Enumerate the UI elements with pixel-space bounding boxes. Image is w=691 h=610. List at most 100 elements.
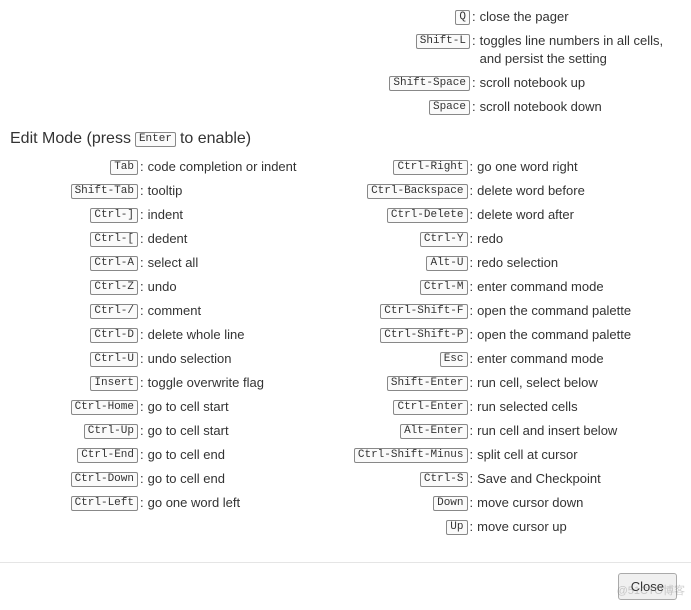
shortcut-key-cell: Ctrl-End (10, 446, 138, 464)
shortcut-row: Ctrl-/:comment (10, 302, 344, 320)
shortcut-description: go to cell end (148, 446, 344, 464)
shortcut-description: go to cell start (148, 398, 344, 416)
shortcut-row: Shift-Space:scroll notebook up (350, 74, 677, 92)
shortcut-row: Insert:toggle overwrite flag (10, 374, 344, 392)
separator: : (468, 230, 478, 248)
close-button[interactable]: Close (618, 573, 677, 600)
shortcut-row: Shift-Enter:run cell, select below (344, 374, 678, 392)
shortcut-description: code completion or indent (148, 158, 344, 176)
shortcut-row: Esc:enter command mode (344, 350, 678, 368)
shortcut-row: Ctrl-Delete:delete word after (344, 206, 678, 224)
shortcut-row: Ctrl-Shift-Minus:split cell at cursor (344, 446, 678, 464)
keyboard-key-icon: Ctrl-A (90, 256, 138, 271)
shortcut-description: run selected cells (477, 398, 677, 416)
shortcut-description: delete word before (477, 182, 677, 200)
shortcut-key-cell: Shift-Enter (344, 374, 468, 392)
separator: : (468, 158, 478, 176)
separator: : (138, 206, 148, 224)
shortcut-key-cell: Ctrl-Enter (344, 398, 468, 416)
keyboard-key-icon: Shift-Space (389, 76, 470, 91)
keyboard-key-icon: Ctrl-Backspace (367, 184, 467, 199)
shortcut-row: Ctrl-Left:go one word left (10, 494, 344, 512)
shortcut-key-cell: Ctrl-D (10, 326, 138, 344)
shortcut-key-cell: Down (344, 494, 468, 512)
keyboard-key-icon: Ctrl-Left (71, 496, 138, 511)
shortcut-key-cell: Shift-Space (350, 74, 470, 92)
heading-prefix: Edit Mode (press (10, 130, 131, 148)
shortcut-description: open the command palette (477, 326, 677, 344)
separator: : (468, 350, 478, 368)
separator: : (138, 398, 148, 416)
shortcut-description: move cursor down (477, 494, 677, 512)
separator: : (138, 422, 148, 440)
separator: : (138, 470, 148, 488)
separator: : (138, 302, 148, 320)
edit-mode-heading: Edit Mode (press Enter to enable) (10, 130, 677, 148)
shortcut-key-cell: Ctrl-Shift-Minus (344, 446, 468, 464)
shortcut-description: move cursor up (477, 518, 677, 536)
separator: : (138, 350, 148, 368)
separator: : (468, 518, 478, 536)
shortcut-description: undo selection (148, 350, 344, 368)
keyboard-key-icon: Shift-L (416, 34, 470, 49)
shortcut-row: Ctrl-]:indent (10, 206, 344, 224)
shortcut-key-cell: Up (344, 518, 468, 536)
keyboard-key-icon: Alt-U (426, 256, 467, 271)
shortcut-key-cell: Ctrl-Backspace (344, 182, 468, 200)
shortcut-description: tooltip (148, 182, 344, 200)
shortcut-description: undo (148, 278, 344, 296)
shortcut-key-cell: Space (350, 98, 470, 116)
shortcut-description: toggles line numbers in all cells, and p… (480, 32, 677, 68)
keyboard-key-icon: Q (455, 10, 470, 25)
separator: : (138, 494, 148, 512)
enter-key-icon: Enter (135, 132, 176, 147)
shortcut-row: Up:move cursor up (344, 518, 678, 536)
separator: : (138, 326, 148, 344)
separator: : (470, 32, 480, 50)
shortcut-description: indent (148, 206, 344, 224)
keyboard-key-icon: Ctrl-Delete (387, 208, 468, 223)
shortcut-row: Ctrl-M:enter command mode (344, 278, 678, 296)
shortcut-key-cell: Q (350, 8, 470, 26)
keyboard-key-icon: Ctrl-D (90, 328, 138, 343)
shortcut-row: Ctrl-Shift-F:open the command palette (344, 302, 678, 320)
shortcut-key-cell: Ctrl-A (10, 254, 138, 272)
shortcut-key-cell: Ctrl-Up (10, 422, 138, 440)
separator: : (138, 158, 148, 176)
separator: : (138, 230, 148, 248)
separator: : (468, 470, 478, 488)
separator: : (138, 278, 148, 296)
shortcut-row: Shift-L:toggles line numbers in all cell… (350, 32, 677, 68)
shortcut-description: comment (148, 302, 344, 320)
separator: : (138, 182, 148, 200)
shortcut-row: Alt-U:redo selection (344, 254, 678, 272)
shortcut-description: scroll notebook down (480, 98, 677, 116)
shortcut-row: Space:scroll notebook down (350, 98, 677, 116)
shortcut-description: open the command palette (477, 302, 677, 320)
shortcut-row: Ctrl-Home:go to cell start (10, 398, 344, 416)
shortcut-description: go one word right (477, 158, 677, 176)
shortcut-key-cell: Ctrl-Home (10, 398, 138, 416)
shortcut-key-cell: Ctrl-U (10, 350, 138, 368)
keyboard-key-icon: Space (429, 100, 470, 115)
keyboard-key-icon: Ctrl-Up (84, 424, 138, 439)
shortcut-key-cell: Ctrl-Z (10, 278, 138, 296)
shortcut-row: Down:move cursor down (344, 494, 678, 512)
shortcut-description: go one word left (148, 494, 344, 512)
shortcut-row: Shift-Tab:tooltip (10, 182, 344, 200)
shortcut-row: Ctrl-Y:redo (344, 230, 678, 248)
keyboard-key-icon: Ctrl-Shift-F (380, 304, 467, 319)
keyboard-key-icon: Ctrl-End (77, 448, 138, 463)
keyboard-key-icon: Alt-Enter (400, 424, 467, 439)
shortcut-row: Ctrl-A:select all (10, 254, 344, 272)
shortcut-description: toggle overwrite flag (148, 374, 344, 392)
separator: : (138, 254, 148, 272)
separator: : (468, 422, 478, 440)
shortcut-key-cell: Tab (10, 158, 138, 176)
keyboard-key-icon: Shift-Tab (71, 184, 138, 199)
separator: : (138, 446, 148, 464)
shortcut-key-cell: Shift-L (350, 32, 470, 50)
shortcut-row: Ctrl-Shift-P:open the command palette (344, 326, 678, 344)
separator: : (468, 326, 478, 344)
shortcut-key-cell: Ctrl-Right (344, 158, 468, 176)
